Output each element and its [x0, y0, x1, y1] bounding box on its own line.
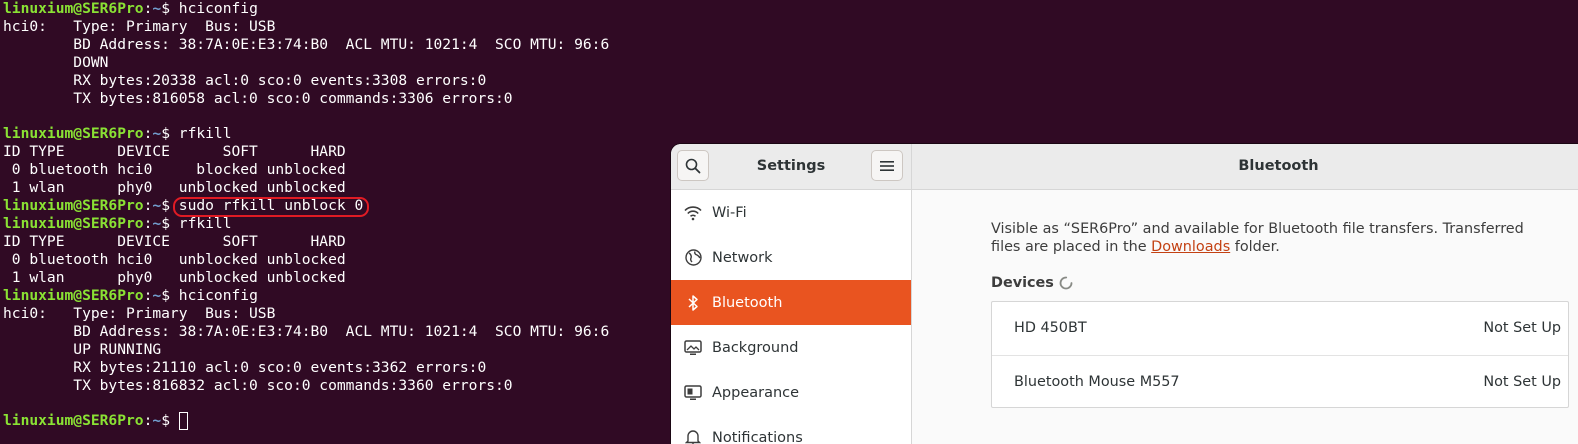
sidebar-item-wifi[interactable]: Wi-Fi	[671, 190, 911, 235]
wifi-icon	[683, 203, 703, 223]
sidebar-item-label: Background	[712, 339, 799, 356]
command-text: hciconfig	[178, 0, 258, 17]
command-text: hciconfig	[178, 287, 258, 304]
menu-button[interactable]	[871, 150, 903, 181]
prompt-user: linuxium@SER6Pro	[3, 412, 144, 429]
terminal-output: ID TYPE DEVICE SOFT HARD	[3, 233, 346, 250]
downloads-link[interactable]: Downloads	[1151, 239, 1230, 255]
prompt-symbol: $	[161, 197, 170, 214]
terminal-output: ID TYPE DEVICE SOFT HARD	[3, 143, 346, 160]
sidebar-item-label: Appearance	[712, 384, 800, 401]
sidebar-item-network[interactable]: Network	[671, 235, 911, 280]
terminal-output: RX bytes:21110 acl:0 sco:0 events:3362 e…	[3, 359, 487, 376]
terminal-output: UP RUNNING	[3, 341, 162, 358]
sidebar-item-label: Bluetooth	[712, 294, 783, 311]
sidebar-header: Settings	[671, 144, 912, 190]
device-name: Bluetooth Mouse M557	[1014, 374, 1180, 390]
search-icon	[685, 158, 701, 173]
device-row[interactable]: HD 450BT Not Set Up	[992, 302, 1568, 355]
sidebar-item-label: Notifications	[712, 429, 803, 444]
prompt-path: ~	[152, 197, 162, 214]
prompt-symbol: $	[161, 412, 170, 429]
terminal-line: linuxium@SER6Pro:~$ hciconfig	[3, 287, 258, 304]
device-list: HD 450BT Not Set Up Bluetooth Mouse M557…	[991, 301, 1569, 408]
prompt-symbol: $	[161, 0, 170, 17]
terminal-output: 0 bluetooth hci0 blocked unblocked	[3, 161, 346, 178]
terminal-line: linuxium@SER6Pro:~$ rfkill	[3, 215, 232, 232]
sidebar: Wi-Fi Network Bluetooth Background Appea…	[671, 190, 912, 444]
command-text: rfkill	[178, 215, 232, 232]
prompt-symbol: $	[161, 125, 170, 142]
appearance-icon	[683, 383, 703, 403]
prompt-symbol: $	[161, 287, 170, 304]
bluetooth-panel: Visible as “SER6Pro” and available for B…	[912, 190, 1578, 444]
spinner-icon	[1059, 276, 1073, 290]
background-icon	[683, 338, 703, 358]
sidebar-item-notifications[interactable]: Notifications	[671, 415, 911, 444]
sidebar-item-label: Network	[712, 249, 773, 266]
sidebar-item-appearance[interactable]: Appearance	[671, 370, 911, 415]
terminal-cursor[interactable]	[178, 412, 188, 430]
terminal-output: TX bytes:816832 acl:0 sco:0 commands:336…	[3, 377, 513, 394]
prompt-path: ~	[152, 287, 162, 304]
device-name: HD 450BT	[1014, 320, 1087, 336]
terminal-line[interactable]: linuxium@SER6Pro:~$	[3, 412, 188, 430]
description-text: folder.	[1230, 238, 1280, 255]
prompt-user: linuxium@SER6Pro	[3, 197, 144, 214]
terminal-output: BD Address: 38:7A:0E:E3:74:B0 ACL MTU: 1…	[3, 323, 610, 340]
terminal-output: 0 bluetooth hci0 unblocked unblocked	[3, 251, 346, 268]
network-icon	[683, 248, 703, 268]
hamburger-menu-icon	[880, 160, 894, 171]
visibility-description: Visible as “SER6Pro” and available for B…	[991, 221, 1551, 256]
prompt-path: ~	[152, 125, 162, 142]
terminal-line: linuxium@SER6Pro:~$ rfkill	[3, 125, 232, 142]
terminal-output: DOWN	[3, 54, 109, 71]
sidebar-item-background[interactable]: Background	[671, 325, 911, 370]
search-button[interactable]	[677, 150, 709, 181]
page-title: Bluetooth	[1238, 158, 1319, 174]
device-row[interactable]: Bluetooth Mouse M557 Not Set Up	[992, 355, 1568, 409]
command-text: rfkill	[178, 125, 232, 142]
prompt-user: linuxium@SER6Pro	[3, 287, 144, 304]
device-status: Not Set Up	[1483, 320, 1561, 336]
page-header: Bluetooth –	[912, 144, 1578, 190]
prompt-user: linuxium@SER6Pro	[3, 215, 144, 232]
bluetooth-icon	[683, 293, 703, 313]
sidebar-item-bluetooth[interactable]: Bluetooth	[671, 280, 911, 325]
terminal-line: linuxium@SER6Pro:~$ hciconfig	[3, 0, 258, 17]
prompt-user: linuxium@SER6Pro	[3, 0, 144, 17]
prompt-path: ~	[152, 215, 162, 232]
device-status: Not Set Up	[1483, 374, 1561, 390]
devices-heading: Devices	[991, 275, 1054, 291]
terminal-output: hci0: Type: Primary Bus: USB	[3, 18, 276, 35]
terminal-output: hci0: Type: Primary Bus: USB	[3, 305, 276, 322]
highlighted-command: sudo rfkill unblock 0	[172, 197, 370, 217]
sidebar-item-label: Wi-Fi	[712, 204, 747, 221]
prompt-symbol: $	[161, 215, 170, 232]
settings-window: Settings Bluetooth –	[671, 144, 1578, 444]
notifications-icon	[683, 428, 703, 444]
terminal-output: RX bytes:20338 acl:0 sco:0 events:3308 e…	[3, 72, 487, 89]
prompt-path: ~	[152, 0, 162, 17]
terminal-output: BD Address: 38:7A:0E:E3:74:B0 ACL MTU: 1…	[3, 36, 610, 53]
terminal-output: 1 wlan phy0 unblocked unblocked	[3, 179, 346, 196]
terminal-output: TX bytes:816058 acl:0 sco:0 commands:330…	[3, 90, 513, 107]
prompt-user: linuxium@SER6Pro	[3, 125, 144, 142]
prompt-path: ~	[152, 412, 162, 429]
terminal-line: linuxium@SER6Pro:~$ sudo rfkill unblock …	[3, 197, 370, 217]
terminal-output: 1 wlan phy0 unblocked unblocked	[3, 269, 346, 286]
